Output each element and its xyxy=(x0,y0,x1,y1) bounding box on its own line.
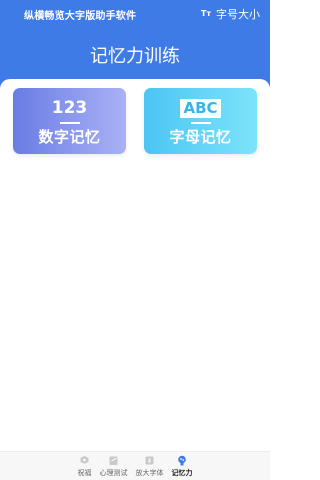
number-memory-icon-text: 123 xyxy=(51,98,88,118)
card-divider xyxy=(190,122,211,124)
page-title: 记忆力训练 xyxy=(90,46,180,67)
font-size-button[interactable]: Tт 字号大小 xyxy=(201,6,260,22)
nav-psychology-test[interactable]: 心理测试 xyxy=(100,452,128,478)
letter-memory-label: 字母记忆 xyxy=(169,128,232,146)
blessing-icon xyxy=(79,455,90,466)
font-size-icon: Tт xyxy=(200,8,211,18)
memory-brain-icon xyxy=(177,455,188,466)
nav-memory-label: 记忆力 xyxy=(171,469,193,477)
number-memory-label: 数字记忆 xyxy=(38,128,101,146)
nav-enlarge-font[interactable]: 放大字体 xyxy=(136,452,164,478)
app-title: 纵横畅览大字版助手软件 xyxy=(24,10,137,22)
letter-memory-icon-text: ABC xyxy=(180,98,221,118)
font-size-label: 字号大小 xyxy=(216,8,260,21)
nav-blessing-label: 祝福 xyxy=(77,469,92,477)
letter-memory-card[interactable]: ABC 字母记忆 xyxy=(144,88,257,154)
number-memory-card[interactable]: 123 数字记忆 xyxy=(13,88,126,154)
psychology-test-icon xyxy=(108,455,119,466)
nav-psychology-test-label: 心理测试 xyxy=(99,469,128,477)
enlarge-font-icon xyxy=(144,455,155,466)
nav-memory[interactable]: 记忆力 xyxy=(172,452,193,478)
main-content: 123 数字记忆 ABC 字母记忆 xyxy=(0,79,270,451)
bottom-navigation: 祝福 心理测试 放大字体 记忆力 xyxy=(0,451,270,480)
top-bar: 纵横畅览大字版助手软件 Tт 字号大小 xyxy=(0,0,270,28)
card-divider xyxy=(59,122,80,124)
nav-enlarge-font-label: 放大字体 xyxy=(135,469,164,477)
letter-memory-icon: ABC xyxy=(144,98,257,118)
nav-blessing[interactable]: 祝福 xyxy=(78,452,92,478)
